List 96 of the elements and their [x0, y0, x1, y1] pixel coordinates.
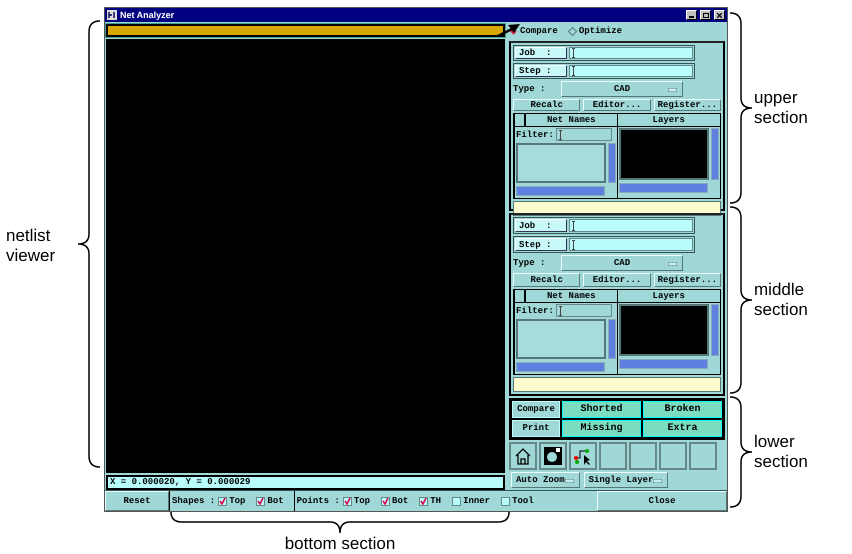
- horizontal-scrollbar[interactable]: [516, 186, 604, 196]
- text-cursor-icon: [572, 66, 575, 76]
- coordinates-field: X = 0.000020, Y = 0.000029: [106, 475, 505, 490]
- filter-label: Filter:: [516, 130, 554, 140]
- type-label: Type :: [513, 258, 546, 268]
- job-button[interactable]: Job :: [515, 219, 567, 232]
- horizontal-scrollbar[interactable]: [516, 362, 604, 372]
- filter-button[interactable]: Missing: [562, 420, 641, 437]
- net-names-list[interactable]: [516, 143, 606, 183]
- window-title: Net Analyzer: [120, 10, 176, 20]
- step-field[interactable]: [569, 65, 693, 77]
- filter-field[interactable]: [556, 128, 612, 141]
- text-cursor-icon: [558, 306, 562, 316]
- column-header: Net Names: [526, 114, 616, 127]
- filter-label: Filter:: [516, 306, 554, 316]
- job-field[interactable]: [569, 219, 693, 232]
- house-icon: [513, 446, 533, 466]
- column-header: Net Names: [526, 290, 616, 303]
- horizontal-scrollbar[interactable]: [618, 183, 708, 193]
- checkbox[interactable]: [381, 496, 390, 506]
- checkbox[interactable]: [419, 496, 428, 506]
- action-button[interactable]: Print: [512, 420, 560, 437]
- callout-label: lower section: [754, 432, 809, 472]
- step-button[interactable]: Step :: [515, 238, 567, 252]
- filter-button[interactable]: Extra: [643, 420, 722, 437]
- radio-label: Optimize: [578, 26, 622, 36]
- column-header: Layers: [618, 290, 720, 303]
- action-button[interactable]: Editor...: [583, 99, 651, 111]
- callout-label: bottom section: [284, 534, 396, 554]
- job-button[interactable]: Job :: [515, 47, 567, 59]
- dropdown-icon: [668, 262, 677, 266]
- dropdown[interactable]: Single Layer: [584, 472, 668, 488]
- type-label: Type :: [513, 84, 546, 94]
- lens-icon: [543, 446, 563, 466]
- action-button[interactable]: Recalc: [513, 273, 580, 287]
- checkbox[interactable]: [218, 496, 228, 506]
- type-dropdown[interactable]: CAD: [561, 81, 683, 97]
- close-button[interactable]: [714, 10, 725, 20]
- layers-list[interactable]: [618, 304, 709, 356]
- dropdown-icon: [564, 479, 574, 483]
- minimize-button[interactable]: [686, 10, 697, 20]
- callout-label: upper section: [754, 88, 809, 128]
- text-cursor-icon: [572, 220, 575, 231]
- vertical-scrollbar[interactable]: [608, 319, 616, 359]
- action-button[interactable]: Compare: [512, 401, 560, 418]
- vertical-scrollbar[interactable]: [711, 128, 719, 180]
- text-cursor-icon: [572, 48, 575, 58]
- callout-label: middle section: [754, 280, 809, 320]
- action-button[interactable]: Editor...: [583, 273, 651, 287]
- checkbox-label: Bot: [267, 496, 284, 506]
- tool-button[interactable]: [569, 442, 597, 470]
- job-field[interactable]: [569, 47, 693, 59]
- dropdown[interactable]: Auto Zoom: [511, 472, 580, 488]
- points-label: Points :: [296, 496, 340, 506]
- type-dropdown[interactable]: CAD: [561, 255, 683, 272]
- net-names-list[interactable]: [516, 319, 606, 359]
- tool-button[interactable]: [509, 442, 537, 470]
- vertical-scrollbar[interactable]: [711, 304, 719, 356]
- path-cursor-icon: [573, 446, 593, 466]
- layers-list[interactable]: [618, 128, 709, 180]
- checkbox[interactable]: [452, 496, 462, 506]
- maximize-button[interactable]: [700, 10, 711, 20]
- step-button[interactable]: Step :: [515, 65, 567, 77]
- checkbox[interactable]: [342, 496, 352, 506]
- reset-button[interactable]: Reset: [105, 491, 169, 511]
- filter-field[interactable]: [556, 304, 612, 317]
- vertical-scrollbar[interactable]: [608, 143, 616, 183]
- checkbox[interactable]: [501, 496, 510, 506]
- horizontal-scrollbar[interactable]: [618, 359, 708, 369]
- text-cursor-icon: [572, 240, 575, 250]
- radio-label: Compare: [520, 26, 558, 36]
- checkbox-label: Tool: [512, 496, 534, 506]
- checkbox-label: Top: [354, 496, 370, 506]
- action-button[interactable]: Register...: [654, 273, 721, 287]
- app-icon: [107, 10, 117, 20]
- action-button[interactable]: Register...: [654, 99, 721, 111]
- close-icon: [717, 12, 722, 18]
- radio-button[interactable]: [568, 26, 577, 36]
- filter-button[interactable]: Broken: [643, 401, 722, 418]
- filter-button[interactable]: Shorted: [562, 401, 641, 418]
- checkbox-label: Bot: [392, 496, 408, 506]
- text-cursor-icon: [558, 130, 562, 140]
- checkbox-label: Top: [229, 496, 246, 506]
- tool-button[interactable]: [539, 442, 567, 470]
- checkbox-label: Inner: [463, 496, 490, 506]
- action-button[interactable]: Recalc: [513, 99, 580, 111]
- checkbox-label: TH: [430, 496, 442, 506]
- close-button[interactable]: Close: [597, 491, 727, 511]
- column-header: Layers: [618, 114, 720, 127]
- shapes-label: Shapes :: [172, 496, 216, 506]
- step-field[interactable]: [569, 238, 693, 252]
- dropdown-icon: [668, 88, 677, 92]
- checkbox[interactable]: [256, 496, 266, 506]
- maximize-icon: [702, 12, 708, 18]
- dropdown-icon: [653, 479, 662, 483]
- callout-label: netlist viewer: [5, 226, 56, 266]
